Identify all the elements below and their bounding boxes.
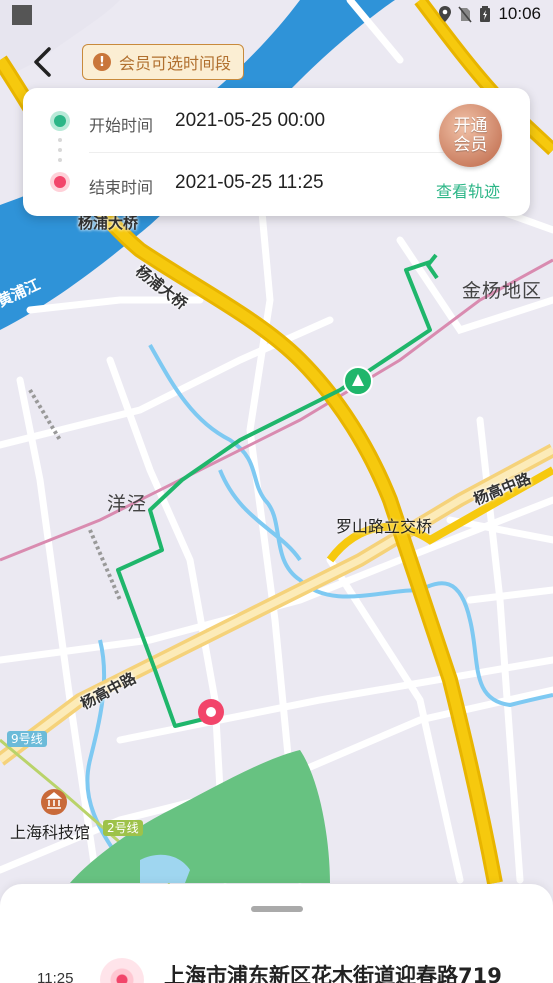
status-bar: 10:06 <box>0 0 553 32</box>
start-time-value[interactable]: 2021-05-25 00:00 <box>175 110 325 132</box>
park <box>70 750 330 883</box>
warning-icon: ! <box>93 53 111 71</box>
direction-marker-icon <box>343 366 373 396</box>
metro-badge-line-9: 9号线 <box>7 731 47 747</box>
start-time-label: 开始时间 <box>89 116 154 135</box>
end-time-value[interactable]: 2021-05-25 11:25 <box>175 172 324 194</box>
no-sim-icon <box>458 6 473 23</box>
map-label-luoshan-interchange: 罗山路立交桥 <box>336 517 433 536</box>
start-dot-icon <box>50 111 70 131</box>
map-label-science-museum: 上海科技馆 <box>10 823 91 842</box>
connector-dot <box>58 138 62 142</box>
end-time-label: 结束时间 <box>89 178 154 197</box>
status-time: 10:06 <box>498 4 541 23</box>
vip-badge-text: 会员可选时间段 <box>119 54 232 73</box>
notification-icon <box>12 5 32 25</box>
connector-dot <box>58 158 62 162</box>
battery-icon <box>480 6 491 22</box>
metro-badge-line-2: 2号线 <box>103 820 143 836</box>
map-label-jinyang: 金杨地区 <box>462 280 543 302</box>
drag-handle[interactable] <box>251 906 303 912</box>
card-divider <box>89 152 459 153</box>
end-pin-icon <box>198 699 224 725</box>
location-icon <box>439 6 452 22</box>
open-vip-button[interactable]: 开通 会员 <box>439 104 502 167</box>
status-bar-right: 10:06 <box>438 4 541 24</box>
view-track-button[interactable]: 查看轨迹 <box>436 178 500 202</box>
location-time: 11:25 <box>37 970 74 983</box>
open-vip-line1: 开通 <box>453 115 488 136</box>
time-range-card: 开始时间 2021-05-25 00:00 结束时间 2021-05-25 11… <box>23 88 530 216</box>
connector-dot <box>58 148 62 152</box>
map-label-yangjing: 洋泾 <box>107 493 148 515</box>
end-dot-icon <box>50 172 70 192</box>
museum-icon <box>41 789 67 815</box>
location-pin-icon <box>100 958 144 983</box>
open-vip-line2: 会员 <box>453 134 488 155</box>
bottom-sheet[interactable]: 11:25 上海市浦东新区花木街道迎春路719 <box>0 884 553 983</box>
back-button[interactable] <box>24 42 60 82</box>
location-address[interactable]: 上海市浦东新区花木街道迎春路719 <box>164 960 502 983</box>
back-arrow-icon <box>34 47 51 77</box>
vip-time-range-badge[interactable]: ! 会员可选时间段 <box>82 44 245 80</box>
